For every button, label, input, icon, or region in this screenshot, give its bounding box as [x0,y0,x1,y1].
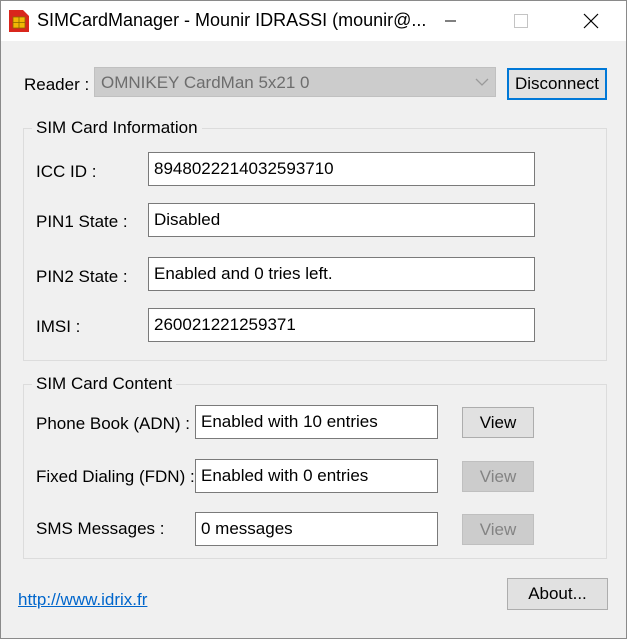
iccid-field[interactable]: 8948022214032593710 [148,152,535,186]
disconnect-button[interactable]: Disconnect [507,68,607,100]
chevron-down-icon [475,78,489,86]
main-window: SIMCardManager - Mounir IDRASSI (mounir@… [0,0,627,639]
about-button[interactable]: About... [507,578,608,610]
sms-label: SMS Messages : [36,519,165,538]
imsi-label: IMSI : [36,317,81,336]
close-button[interactable] [568,1,614,41]
maximize-icon [514,14,528,28]
sim-content-group-title: SIM Card Content [32,374,177,394]
website-link[interactable]: http://www.idrix.fr [18,590,147,610]
imsi-field[interactable]: 260021221259371 [148,308,535,342]
pin1-state-field[interactable]: Disabled [148,203,535,237]
close-icon [583,13,599,29]
window-title: SIMCardManager - Mounir IDRASSI (mounir@… [37,10,427,30]
pin1-label: PIN1 State : [36,212,128,231]
reader-label: Reader : [24,75,90,94]
sim-info-group-title: SIM Card Information [32,118,202,138]
reader-selected-value: OMNIKEY CardMan 5x21 0 [101,73,310,92]
iccid-label: ICC ID : [36,162,97,181]
adn-field[interactable]: Enabled with 10 entries [195,405,438,439]
maximize-button [498,1,544,41]
sim-card-app-icon [9,10,29,32]
reader-select: OMNIKEY CardMan 5x21 0 [94,67,496,97]
view-fdn-button: View [462,461,534,492]
fdn-field[interactable]: Enabled with 0 entries [195,459,438,493]
minimize-icon [445,20,456,22]
minimize-button[interactable] [428,1,474,41]
view-sms-button: View [462,514,534,545]
pin2-state-field[interactable]: Enabled and 0 tries left. [148,257,535,291]
pin2-label: PIN2 State : [36,267,128,286]
title-bar[interactable]: SIMCardManager - Mounir IDRASSI (mounir@… [1,1,626,41]
sms-field[interactable]: 0 messages [195,512,438,546]
view-adn-button[interactable]: View [462,407,534,438]
fdn-label: Fixed Dialing (FDN) : [36,467,195,486]
adn-label: Phone Book (ADN) : [36,414,191,433]
